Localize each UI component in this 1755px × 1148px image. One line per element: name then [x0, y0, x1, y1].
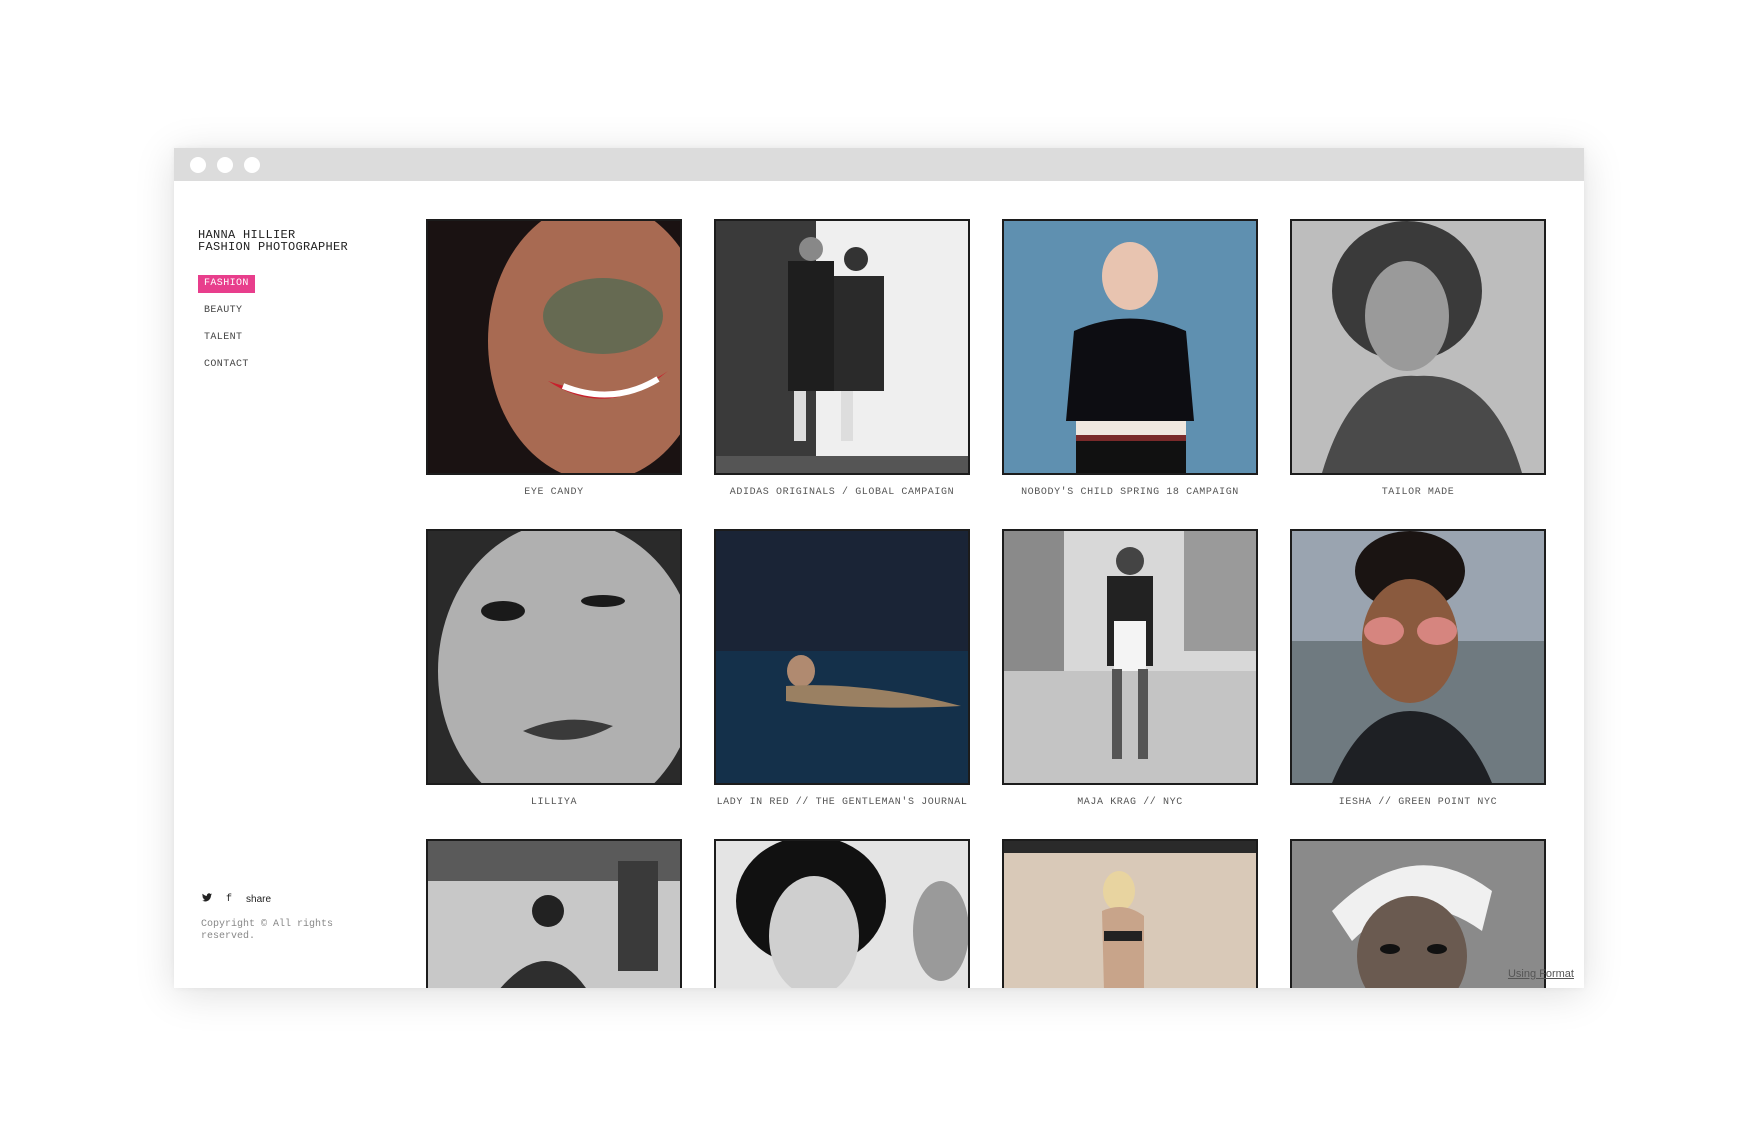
gallery-item[interactable]: LILLIYA: [426, 529, 682, 808]
browser-window: HANNA HILLIER FASHION PHOTOGRAPHER FASHI…: [174, 148, 1584, 988]
gallery-item[interactable]: NOBODY'S CHILD SPRING 18 CAMPAIGN: [1002, 219, 1258, 498]
photo-placeholder: [428, 841, 680, 988]
gallery-thumb-eye-candy[interactable]: [426, 219, 682, 475]
gallery-thumb-studio-blonde[interactable]: [1002, 839, 1258, 988]
nav-item-fashion[interactable]: FASHION: [198, 275, 255, 293]
photo-placeholder: [1004, 221, 1256, 473]
photo-placeholder: [1004, 841, 1256, 988]
window-close-dot[interactable]: [190, 157, 206, 173]
photo-placeholder: [1292, 841, 1544, 988]
twitter-icon[interactable]: [202, 893, 212, 906]
using-format-link[interactable]: Using Format: [1508, 968, 1574, 980]
gallery-thumb-towel[interactable]: [1290, 839, 1546, 988]
photo-placeholder: [1292, 221, 1544, 473]
gallery-caption: NOBODY'S CHILD SPRING 18 CAMPAIGN: [1021, 487, 1239, 498]
main-nav: FASHION BEAUTY TALENT CONTACT: [198, 275, 255, 383]
gallery-thumb-street-sitting[interactable]: [426, 839, 682, 988]
gallery-item[interactable]: [1002, 839, 1258, 988]
photo-placeholder: [1004, 531, 1256, 783]
photo-placeholder: [716, 841, 968, 988]
gallery-caption: LILLIYA: [530, 797, 578, 808]
window-maximize-dot[interactable]: [244, 157, 260, 173]
gallery-item[interactable]: [1290, 839, 1546, 988]
window-titlebar: [174, 148, 1584, 181]
gallery-caption: MAJA KRAG // NYC: [1077, 797, 1183, 808]
photo-placeholder: [428, 221, 680, 473]
gallery-item[interactable]: ADIDAS ORIGINALS / GLOBAL CAMPAIGN: [714, 219, 970, 498]
page-content: HANNA HILLIER FASHION PHOTOGRAPHER FASHI…: [174, 181, 1584, 988]
gallery-item[interactable]: LADY IN RED // THE GENTLEMAN'S JOURNAL: [714, 529, 970, 808]
gallery-item[interactable]: EYE CANDY: [426, 219, 682, 498]
photo-placeholder: [428, 531, 680, 783]
social-links: f share: [202, 893, 271, 906]
twitter-icon-glyph: [202, 893, 212, 902]
share-link[interactable]: share: [246, 894, 271, 905]
photo-placeholder: [716, 221, 968, 473]
gallery-thumb-tailor-made[interactable]: [1290, 219, 1546, 475]
photo-placeholder: [716, 531, 968, 783]
gallery-caption: ADIDAS ORIGINALS / GLOBAL CAMPAIGN: [729, 487, 955, 498]
gallery-thumb-iesha[interactable]: [1290, 529, 1546, 785]
gallery-item[interactable]: MAJA KRAG // NYC: [1002, 529, 1258, 808]
gallery-item[interactable]: IESHA // GREEN POINT NYC: [1290, 529, 1546, 808]
nav-item-beauty[interactable]: BEAUTY: [198, 302, 248, 320]
window-minimize-dot[interactable]: [217, 157, 233, 173]
nav-item-talent[interactable]: TALENT: [198, 329, 248, 347]
gallery-caption: IESHA // GREEN POINT NYC: [1338, 797, 1498, 808]
gallery-item[interactable]: [714, 839, 970, 988]
gallery-caption: TAILOR MADE: [1381, 487, 1455, 498]
facebook-icon[interactable]: f: [226, 894, 232, 905]
gallery-thumb-adidas[interactable]: [714, 219, 970, 475]
gallery-item[interactable]: TAILOR MADE: [1290, 219, 1546, 498]
photo-placeholder: [1292, 531, 1544, 783]
gallery-caption: LADY IN RED // THE GENTLEMAN'S JOURNAL: [716, 797, 968, 808]
gallery-thumb-lady-in-red[interactable]: [714, 529, 970, 785]
brand-role: FASHION PHOTOGRAPHER: [198, 240, 349, 254]
copyright-text: Copyright © All rights reserved.: [201, 919, 334, 942]
gallery-thumb-nobodys-child[interactable]: [1002, 219, 1258, 475]
sidebar: HANNA HILLIER FASHION PHOTOGRAPHER FASHI…: [198, 181, 388, 988]
gallery-item[interactable]: [426, 839, 682, 988]
gallery-thumb-lilliya[interactable]: [426, 529, 682, 785]
gallery-thumb-portrait-duo[interactable]: [714, 839, 970, 988]
gallery-thumb-maja-krag[interactable]: [1002, 529, 1258, 785]
site-brand[interactable]: HANNA HILLIER FASHION PHOTOGRAPHER: [198, 229, 348, 253]
nav-item-contact[interactable]: CONTACT: [198, 356, 255, 374]
gallery-caption: EYE CANDY: [524, 487, 584, 498]
